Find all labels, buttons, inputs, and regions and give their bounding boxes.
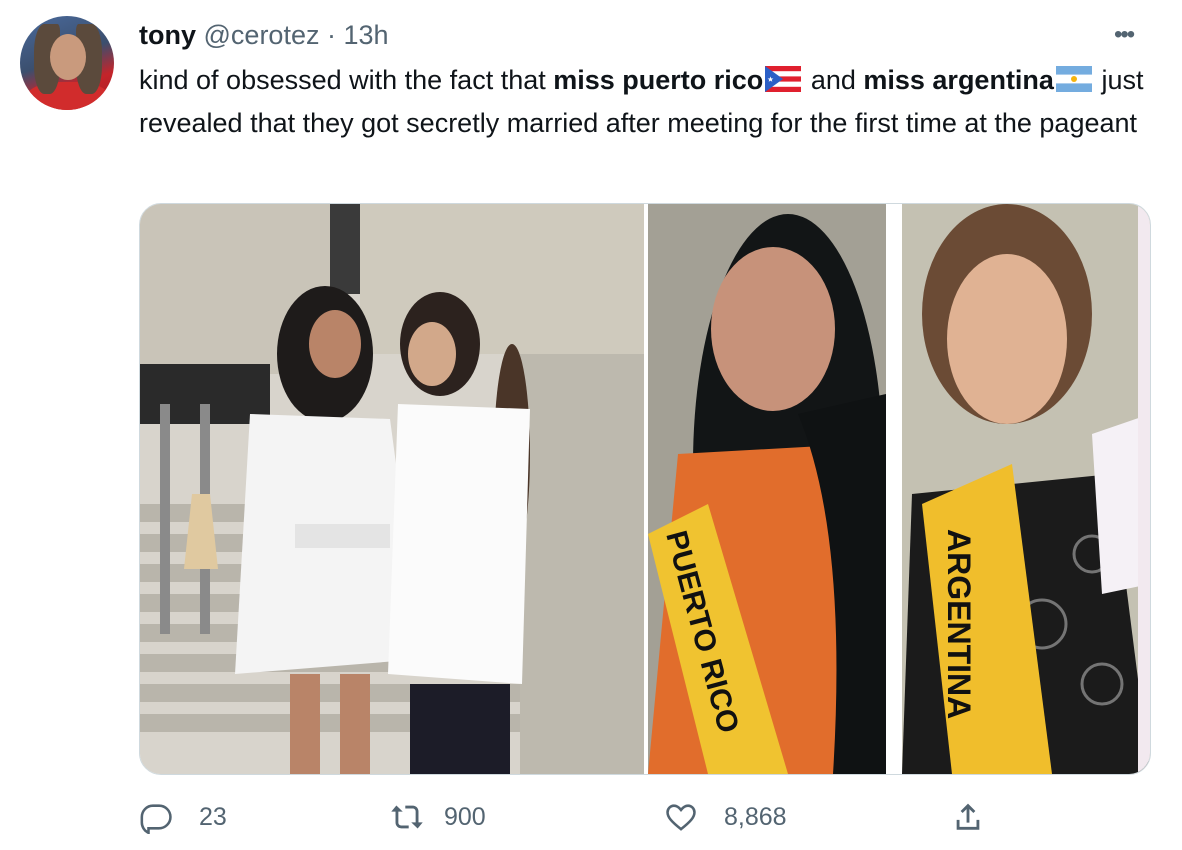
mention-puerto-rico: miss puerto rico — [553, 65, 764, 95]
tweet-text: kind of obsessed with the fact that miss… — [139, 60, 1149, 143]
tweet-media[interactable]: PUERTO RICO ARGENTINA — [139, 203, 1151, 775]
text-part: kind of obsessed with the fact that — [139, 65, 554, 95]
avatar[interactable] — [20, 16, 114, 110]
photo-couple[interactable] — [140, 204, 644, 774]
photo-miss-puerto-rico[interactable]: PUERTO RICO — [648, 204, 886, 774]
like-button[interactable]: 8,868 — [664, 800, 787, 834]
reply-button[interactable]: 23 — [139, 800, 227, 834]
reply-count: 23 — [199, 802, 227, 831]
tweet-header: tony @cerotez · 13h — [139, 18, 389, 52]
retweet-count: 900 — [444, 802, 486, 831]
reply-icon — [140, 804, 172, 834]
tweet-time[interactable]: 13h — [344, 20, 389, 50]
author-handle[interactable]: @cerotez — [204, 20, 320, 50]
photo-divider — [886, 204, 902, 774]
more-icon[interactable]: ••• — [1114, 23, 1135, 47]
text-part: and — [803, 65, 864, 95]
photo-miss-argentina[interactable]: ARGENTINA — [902, 204, 1150, 774]
mention-argentina: miss argentina — [863, 65, 1054, 95]
sash-argentina: ARGENTINA — [941, 529, 977, 719]
share-button[interactable] — [951, 800, 985, 834]
share-icon — [956, 803, 980, 830]
separator-dot: · — [326, 20, 336, 50]
retweet-button[interactable]: 900 — [390, 800, 486, 834]
author-name[interactable]: tony — [139, 20, 196, 50]
argentina-flag-icon — [1055, 63, 1092, 103]
avatar-face — [50, 34, 86, 80]
like-count: 8,868 — [724, 802, 787, 831]
puerto-rico-flag-icon — [765, 63, 802, 103]
like-icon — [666, 804, 696, 831]
retweet-icon — [391, 805, 423, 829]
